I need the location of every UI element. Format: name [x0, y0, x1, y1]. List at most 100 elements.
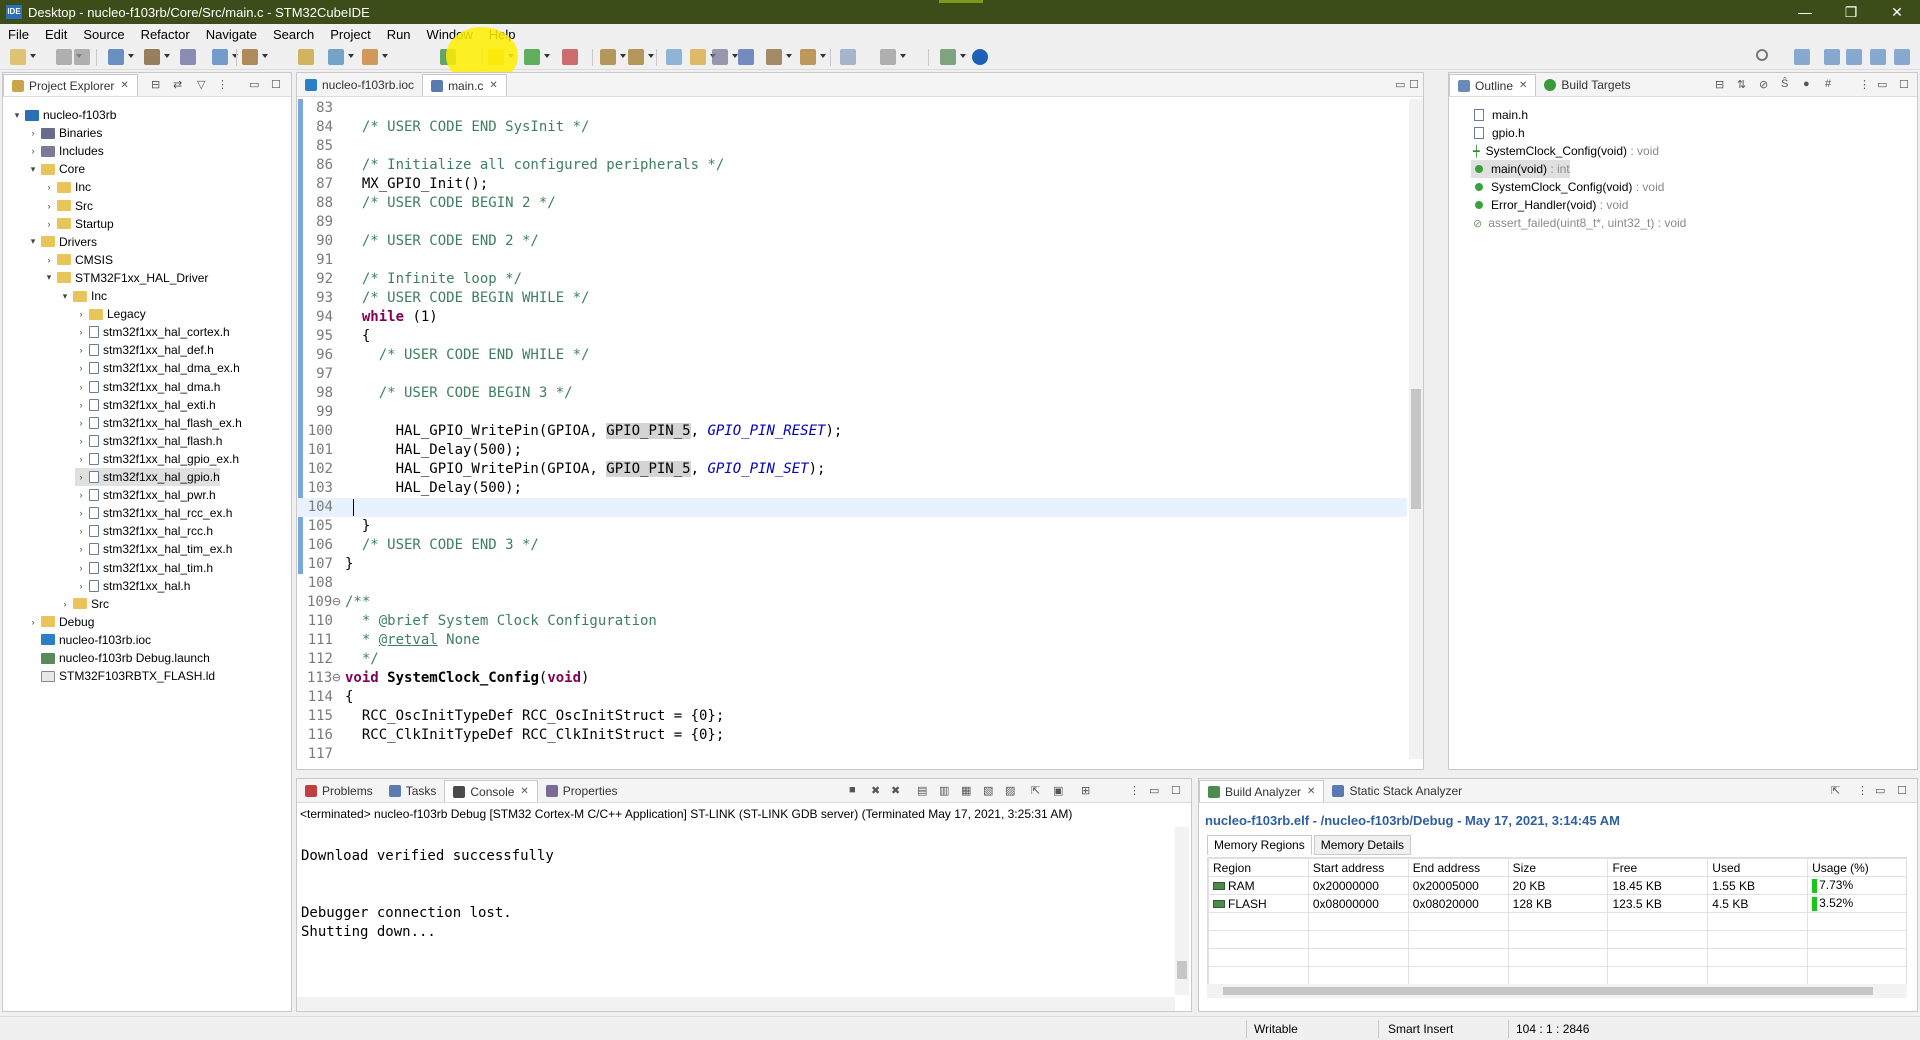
tree-item[interactable]: › stm32f1xx_hal_flash_ex.h	[75, 414, 242, 432]
chevron-down-icon[interactable]	[620, 54, 626, 58]
open-type-toolbar-icon[interactable]	[600, 49, 616, 65]
chevron-right-icon[interactable]: ›	[43, 201, 55, 211]
close-icon[interactable]: ✕	[1307, 786, 1315, 797]
tree-item[interactable]: ▾ Drivers	[27, 233, 97, 251]
maximize-view-icon[interactable]: ☐	[1897, 784, 1907, 797]
code-line[interactable]: 112 */	[297, 650, 1407, 669]
collapse-all-icon[interactable]: ⊟	[1715, 78, 1724, 91]
outline-item[interactable]: ┿ SystemClock_Config(void) : void	[1471, 142, 1659, 160]
code-line[interactable]: 89	[297, 213, 1407, 232]
tree-item[interactable]: nucleo-f103rb.ioc	[27, 631, 151, 649]
chevron-down-icon[interactable]	[164, 54, 170, 58]
scroll-thumb[interactable]	[1177, 961, 1187, 979]
hide-nonpublic-icon[interactable]: ●	[1803, 78, 1810, 90]
code-line[interactable]: 83	[297, 99, 1407, 118]
hide-fields-icon[interactable]: ⊘	[1759, 78, 1768, 91]
forward-toolbar-icon[interactable]	[880, 49, 896, 65]
tree-item[interactable]: › stm32f1xx_hal_tim_ex.h	[75, 540, 233, 558]
debug-config-toolbar-icon[interactable]	[298, 49, 314, 65]
chevron-right-icon[interactable]: ›	[75, 454, 87, 464]
code-line[interactable]: 107}	[297, 555, 1407, 574]
code-line[interactable]: 88 /* USER CODE BEGIN 2 */	[297, 194, 1407, 213]
show-whitespace-toolbar-icon[interactable]	[738, 49, 754, 65]
code-line[interactable]: 99	[297, 403, 1407, 422]
info-toolbar-icon[interactable]	[972, 49, 988, 65]
code-editor[interactable]: 83 84 /* USER CODE END SysInit */85 86 /* …	[297, 99, 1407, 759]
chevron-down-icon[interactable]: ▾	[27, 164, 39, 175]
chevron-down-icon[interactable]: ▾	[11, 110, 23, 121]
new-toolbar-icon[interactable]	[10, 49, 26, 65]
open-console-icon[interactable]: ⊞	[1081, 784, 1090, 797]
cube-toolbar-icon[interactable]	[362, 49, 378, 65]
tab-outline[interactable]: Outline ✕	[1449, 74, 1537, 96]
code-line[interactable]: 95 {	[297, 327, 1407, 346]
build-toolbar-icon[interactable]	[108, 49, 124, 65]
tab-console[interactable]: Console ✕	[444, 780, 538, 802]
tree-item[interactable]: › Src	[43, 197, 94, 215]
code-line[interactable]: 106 /* USER CODE END 3 */	[297, 536, 1407, 555]
chevron-right-icon[interactable]: ›	[75, 581, 87, 591]
tab-nucleo-f103rb-ioc[interactable]: nucleo-f103rb.ioc	[297, 74, 422, 96]
code-line[interactable]: 104	[297, 498, 1407, 517]
chevron-right-icon[interactable]: ›	[43, 255, 55, 265]
tree-item[interactable]: STM32F103RBTX_FLASH.ld	[27, 667, 215, 685]
minimize-view-icon[interactable]: ▭	[1877, 78, 1887, 91]
mx-perspective-icon[interactable]	[1846, 49, 1862, 65]
show-on-error-icon[interactable]: ▨	[1005, 784, 1015, 797]
tree-item[interactable]: ▾ STM32F1xx_HAL_Driver	[43, 269, 209, 287]
cpp-perspective-icon[interactable]	[1824, 49, 1840, 65]
tree-item[interactable]: › stm32f1xx_hal.h	[75, 577, 191, 595]
chevron-right-icon[interactable]: ›	[43, 219, 55, 229]
chevron-down-icon[interactable]	[900, 54, 906, 58]
tree-item[interactable]: › stm32f1xx_hal_cortex.h	[75, 323, 230, 341]
show-on-output-icon[interactable]: ▧	[983, 784, 993, 797]
tree-item[interactable]: ▾ Core	[27, 160, 85, 178]
scroll-lock-icon[interactable]: ▥	[939, 784, 949, 797]
column-header[interactable]: Start address	[1307, 858, 1409, 877]
code-line[interactable]: 92 /* Infinite loop */	[297, 270, 1407, 289]
tree-item[interactable]: › Binaries	[27, 124, 103, 142]
minimize-editor-icon[interactable]: ▭	[1395, 78, 1405, 91]
tab-static-stack-analyzer[interactable]: Static Stack Analyzer	[1324, 780, 1470, 802]
chevron-right-icon[interactable]: ›	[27, 617, 39, 627]
column-header[interactable]: Free	[1607, 858, 1709, 877]
chevron-down-icon[interactable]	[786, 54, 792, 58]
tree-item[interactable]: › Legacy	[75, 305, 146, 323]
close-button[interactable]: ✕	[1874, 0, 1920, 24]
chevron-down-icon[interactable]: ▾	[27, 236, 39, 247]
menu-refactor[interactable]: Refactor	[133, 27, 198, 42]
chevron-down-icon[interactable]	[128, 54, 134, 58]
tab-main-c[interactable]: main.c ✕	[422, 74, 507, 96]
tree-item[interactable]: ▾ Inc	[59, 287, 107, 305]
restore-button[interactable]: ❐	[1828, 0, 1874, 24]
view-menu-icon[interactable]: ⋮	[1857, 784, 1868, 797]
code-line[interactable]: 97	[297, 365, 1407, 384]
code-line[interactable]: 87 MX_GPIO_Init();	[297, 175, 1407, 194]
code-line[interactable]: 96 /* USER CODE END WHILE */	[297, 346, 1407, 365]
remove-all-icon[interactable]: ✖	[891, 784, 900, 797]
menu-search[interactable]: Search	[265, 27, 322, 42]
code-line[interactable]: 103 HAL_Delay(500);	[297, 479, 1407, 498]
menu-project[interactable]: Project	[322, 27, 378, 42]
chevron-right-icon[interactable]: ›	[75, 400, 87, 410]
outline-item[interactable]: main(void) : int	[1471, 160, 1570, 178]
sort-icon[interactable]: ⇅	[1737, 78, 1746, 91]
menu-file[interactable]: File	[0, 27, 37, 42]
close-icon[interactable]: ✕	[120, 80, 128, 91]
code-line[interactable]: 115 RCC_OscInitTypeDef RCC_OscInitStruct…	[297, 707, 1407, 726]
column-header[interactable]: Used	[1707, 858, 1809, 877]
column-header[interactable]: Size	[1507, 858, 1609, 877]
code-line[interactable]: 117	[297, 745, 1407, 759]
code-line[interactable]: 110 * @brief System Clock Configuration	[297, 612, 1407, 631]
run-toolbar-icon[interactable]	[524, 49, 540, 65]
code-line[interactable]: 90 /* USER CODE END 2 */	[297, 232, 1407, 251]
chevron-right-icon[interactable]: ›	[75, 345, 87, 355]
chevron-right-icon[interactable]: ›	[75, 382, 87, 392]
code-line[interactable]: 113⊖ void SystemClock_Config(void)	[297, 669, 1407, 688]
tree-item[interactable]: ▾ nucleo-f103rb	[11, 106, 117, 124]
hammer-toolbar-icon[interactable]	[144, 49, 160, 65]
tab-problems[interactable]: Problems	[297, 780, 381, 802]
menu-edit[interactable]: Edit	[37, 27, 75, 42]
column-header[interactable]: Usage (%)	[1807, 858, 1906, 877]
clear-console-icon[interactable]: ▤	[917, 784, 927, 797]
